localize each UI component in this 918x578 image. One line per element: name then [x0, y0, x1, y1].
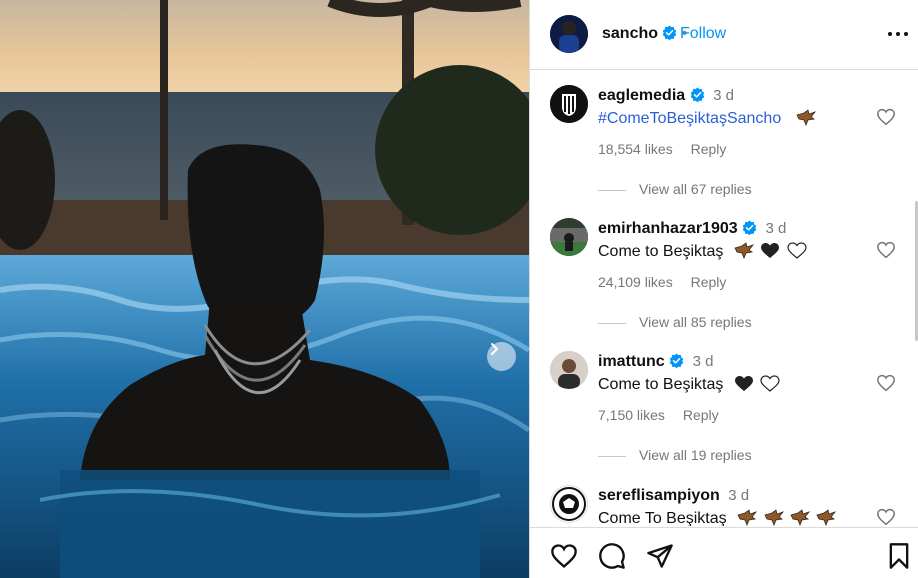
comment-username[interactable]: eaglemedia 3 d: [598, 87, 734, 105]
comments-list: eaglemedia 3 d #ComeToBeşiktaşSancho 18,…: [530, 71, 918, 526]
commenter-avatar[interactable]: [550, 351, 588, 389]
bookmark-icon[interactable]: [885, 542, 913, 570]
comment-hashtag[interactable]: #ComeToBeşiktaşSancho: [598, 110, 781, 127]
eagle-emoji-icon: [737, 509, 758, 526]
heart-icon[interactable]: [550, 542, 578, 570]
verified-badge-icon: [742, 220, 757, 235]
comment-username-text: emirhanhazar1903: [598, 220, 738, 237]
eagle-emoji-icon: [790, 509, 811, 526]
white-heart-emoji-icon: [760, 375, 780, 392]
comment-item: imattunc 3 d Come to Beşiktaş 7,150 like…: [530, 337, 918, 463]
commenter-avatar[interactable]: [550, 218, 588, 256]
comment-text: Come To Beşiktaş: [598, 509, 837, 526]
comment-text-content: Come to Beşiktaş: [598, 243, 724, 260]
comment-meta: 24,109 likes Reply: [598, 274, 726, 290]
replies-divider: [598, 189, 626, 191]
post-sidebar: sancho • Follow eaglemedia 3 d #ComeToBe…: [529, 0, 918, 578]
heart-icon[interactable]: [876, 108, 896, 126]
verified-badge-icon: [690, 87, 704, 102]
eagle-emoji-icon: [763, 509, 784, 526]
black-heart-emoji-icon: [761, 243, 780, 258]
comment-likes[interactable]: 7,150 likes: [598, 407, 665, 423]
comment-item: eaglemedia 3 d #ComeToBeşiktaşSancho 18,…: [530, 71, 918, 197]
comment-text-content: Come To Beşiktaş: [598, 510, 727, 526]
comment-likes[interactable]: 24,109 likes: [598, 274, 673, 290]
comment-username[interactable]: emirhanhazar1903 3 d: [598, 220, 786, 238]
view-replies-button[interactable]: View all 19 replies: [598, 447, 752, 463]
commenter-avatar[interactable]: [550, 85, 588, 123]
white-heart-emoji-icon: [787, 242, 807, 259]
post-header: sancho • Follow: [530, 0, 918, 70]
view-replies-text: View all 85 replies: [639, 314, 752, 330]
comment-time[interactable]: 3 d: [766, 220, 787, 237]
comment-text-content: Come to Beşiktaş: [598, 376, 724, 393]
commenter-avatar[interactable]: [550, 485, 588, 523]
comment-time[interactable]: 3 d: [713, 87, 734, 104]
eagle-emoji-icon: [816, 509, 837, 526]
reply-button[interactable]: Reply: [691, 274, 727, 290]
pool-sunset-photo: [0, 0, 529, 578]
comment-item: emirhanhazar1903 3 d Come to Beşiktaş 24…: [530, 204, 918, 330]
verified-badge-icon: [669, 353, 684, 368]
post-image: [0, 0, 529, 578]
replies-divider: [598, 322, 626, 324]
sereflisampiyon-logo: [552, 487, 586, 521]
comment-username-text: eaglemedia: [598, 87, 686, 104]
view-replies-button[interactable]: View all 67 replies: [598, 181, 752, 197]
comment-likes[interactable]: 18,554 likes: [598, 141, 673, 157]
heart-icon[interactable]: [876, 508, 896, 526]
black-heart-emoji-icon: [734, 376, 753, 391]
eagle-emoji-icon: [796, 109, 816, 126]
post-actions: [530, 527, 918, 578]
verified-badge-icon: [663, 25, 677, 40]
heart-icon[interactable]: [876, 374, 896, 392]
comment-username[interactable]: sereflisampiyon 3 d: [598, 487, 749, 505]
comment-item: sereflisampiyon 3 d Come To Beşiktaş: [530, 471, 918, 526]
comment-text: #ComeToBeşiktaşSancho: [598, 109, 816, 128]
heart-icon[interactable]: [876, 241, 896, 259]
share-icon[interactable]: [646, 542, 674, 570]
view-replies-text: View all 19 replies: [639, 447, 752, 463]
follow-button[interactable]: Follow: [680, 25, 726, 43]
author-username[interactable]: sancho •: [602, 25, 687, 43]
author-avatar[interactable]: [550, 15, 588, 53]
view-replies-text: View all 67 replies: [639, 181, 752, 197]
reply-button[interactable]: Reply: [683, 407, 719, 423]
eagle-emoji-icon: [734, 242, 754, 259]
comment-username-text: sereflisampiyon: [598, 487, 720, 504]
eaglemedia-logo: [550, 85, 588, 123]
chevron-right-icon: [491, 343, 498, 355]
comment-text: Come to Beşiktaş: [598, 375, 780, 394]
replies-divider: [598, 455, 626, 457]
comment-meta: 18,554 likes Reply: [598, 141, 726, 157]
comment-text: Come to Beşiktaş: [598, 242, 807, 261]
comment-username[interactable]: imattunc 3 d: [598, 353, 713, 371]
author-avatar-photo: [550, 15, 588, 53]
view-replies-button[interactable]: View all 85 replies: [598, 314, 752, 330]
comment-time[interactable]: 3 d: [693, 353, 714, 370]
comment-meta: 7,150 likes Reply: [598, 407, 719, 423]
emirhanhazar1903-avatar-photo: [550, 218, 588, 256]
imattunc-avatar-photo: [550, 351, 588, 389]
comment-icon[interactable]: [598, 542, 626, 570]
comment-time[interactable]: 3 d: [728, 487, 749, 504]
reply-button[interactable]: Reply: [691, 141, 727, 157]
more-icon[interactable]: [887, 24, 909, 44]
next-slide-button[interactable]: [487, 342, 516, 371]
comment-username-text: imattunc: [598, 353, 665, 370]
author-username-text: sancho: [602, 25, 659, 42]
